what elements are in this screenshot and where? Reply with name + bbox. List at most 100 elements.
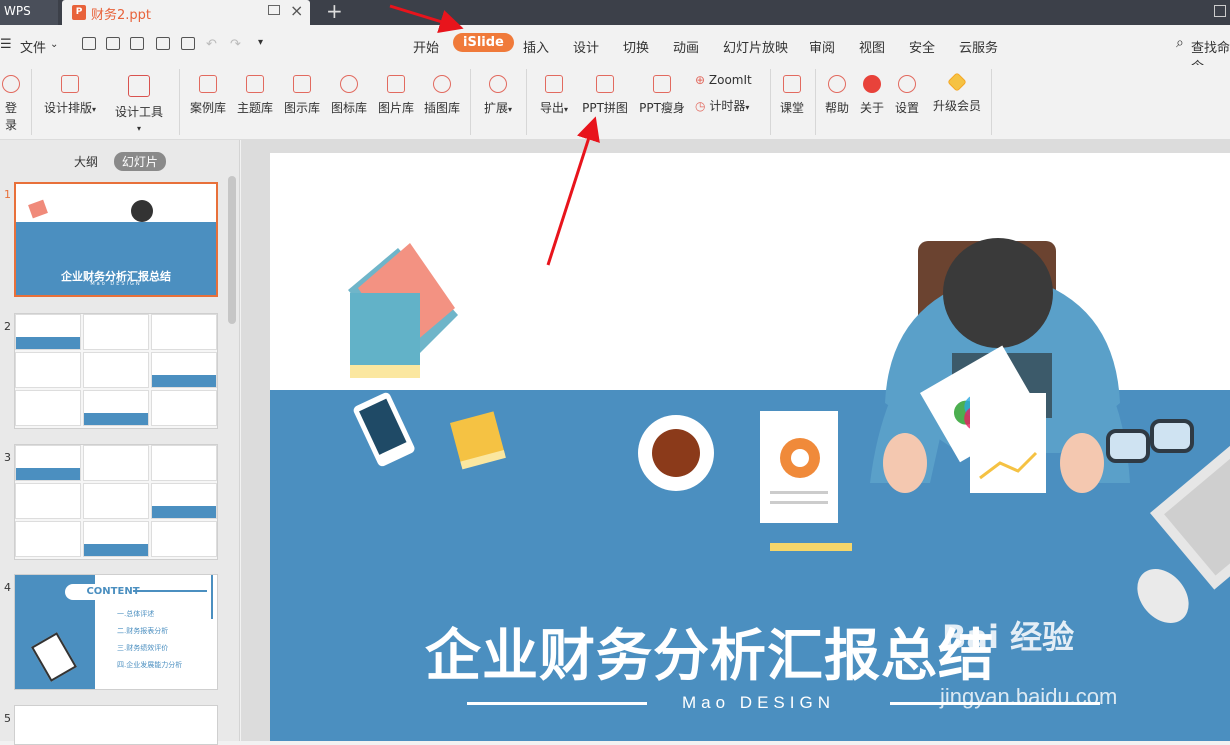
settings-label: 设置 bbox=[894, 101, 919, 115]
about-button[interactable]: 关于 bbox=[857, 75, 887, 116]
menu-islide[interactable]: iSlide bbox=[453, 33, 514, 52]
design-tools-button[interactable]: 设计工具 ▾ bbox=[110, 75, 168, 134]
hamburger-icon[interactable]: ☰ bbox=[0, 37, 12, 52]
ribbon-toolbar: 登录 设计排版▾ 设计工具 ▾ 案例库 主题库 图示库 图标库 图片库 插图库 扩… bbox=[0, 65, 1230, 140]
star-icon bbox=[489, 75, 507, 93]
slide-number: 4 bbox=[4, 581, 11, 594]
slide-thumbnail-2[interactable] bbox=[14, 313, 218, 429]
monitor-icon[interactable] bbox=[268, 5, 280, 15]
new-tab-button[interactable]: + bbox=[326, 0, 343, 22]
print-preview-icon[interactable] bbox=[181, 37, 195, 50]
case-library-button[interactable]: 案例库 bbox=[188, 75, 228, 116]
theme-library-button[interactable]: 主题库 bbox=[235, 75, 275, 116]
menu-insert[interactable]: 插入 bbox=[523, 37, 549, 56]
thumb4-item: 二.财务报表分析 bbox=[117, 627, 169, 635]
window-restore-icon[interactable] bbox=[1214, 5, 1226, 17]
design-layout-label: 设计排版 bbox=[43, 101, 92, 115]
menu-design[interactable]: 设计 bbox=[573, 37, 599, 56]
mini-slide bbox=[151, 445, 217, 481]
theme-library-icon bbox=[246, 75, 264, 93]
login-button[interactable]: 登录 bbox=[0, 75, 22, 133]
menu-slideshow[interactable]: 幻灯片放映 bbox=[723, 37, 788, 56]
thumb4-vline bbox=[211, 575, 213, 619]
classroom-label: 课堂 bbox=[779, 101, 804, 115]
slide-subtitle[interactable]: Mao DESIGN bbox=[682, 693, 835, 713]
person-head bbox=[943, 238, 1053, 348]
chevron-down-icon[interactable]: ⌄ bbox=[50, 39, 58, 50]
diagram-library-button[interactable]: 图示库 bbox=[282, 75, 322, 116]
case-library-icon bbox=[199, 75, 217, 93]
thumb-subtitle: Mao DESIGN bbox=[90, 281, 142, 287]
ppt-slim-label: PPT瘦身 bbox=[639, 101, 685, 115]
mini-slide bbox=[15, 483, 81, 519]
upgrade-label: 升级会员 bbox=[932, 99, 981, 113]
timer-button[interactable]: ◷ 计时器▾ bbox=[695, 97, 765, 114]
image-library-button[interactable]: 图片库 bbox=[376, 75, 416, 116]
title-line-left bbox=[467, 702, 647, 705]
layout-icon bbox=[61, 75, 79, 93]
document-tab-label: 财务2.ppt bbox=[91, 8, 152, 23]
ppt-slim-button[interactable]: PPT瘦身 bbox=[637, 75, 687, 116]
zoomit-button[interactable]: ⊕ ZoomIt bbox=[695, 73, 759, 87]
illustration-library-button[interactable]: 插图库 bbox=[422, 75, 462, 116]
theme-library-label: 主题库 bbox=[236, 101, 273, 115]
design-layout-button[interactable]: 设计排版▾ bbox=[40, 75, 100, 116]
panel-scrollbar[interactable] bbox=[228, 176, 236, 324]
slide-number: 5 bbox=[4, 712, 11, 725]
slide-thumbnail-4[interactable]: CONTENT 一.总体评述 二.财务报表分析 三.财务绩效评价 四.企业发展能… bbox=[14, 574, 218, 690]
mini-slide bbox=[83, 483, 149, 519]
icon-library-button[interactable]: 图标库 bbox=[329, 75, 369, 116]
ppt-collage-button[interactable]: PPT拼图 bbox=[580, 75, 630, 116]
menu-file[interactable]: 文件 bbox=[20, 37, 46, 56]
menu-transition[interactable]: 切换 bbox=[623, 37, 649, 56]
menu-start[interactable]: 开始 bbox=[413, 37, 439, 56]
slide-number: 2 bbox=[4, 320, 11, 333]
menu-security[interactable]: 安全 bbox=[909, 37, 935, 56]
thumb4-item: 一.总体评述 bbox=[117, 610, 155, 618]
menu-view[interactable]: 视图 bbox=[859, 37, 885, 56]
divider bbox=[770, 69, 771, 135]
about-label: 关于 bbox=[859, 101, 884, 115]
user-icon bbox=[2, 75, 20, 93]
tab-slides[interactable]: 幻灯片 bbox=[113, 152, 166, 171]
redo-icon[interactable]: ↷ bbox=[230, 37, 241, 52]
menu-cloud[interactable]: 云服务 bbox=[959, 37, 998, 56]
slide-thumbnail-1[interactable]: 企业财务分析汇报总结 Mao DESIGN bbox=[14, 182, 218, 297]
print-icon[interactable] bbox=[156, 37, 170, 50]
undo-icon[interactable]: ↶ bbox=[206, 37, 217, 52]
mini-slide bbox=[15, 352, 81, 388]
close-tab-icon[interactable]: × bbox=[290, 1, 303, 20]
mini-band bbox=[152, 375, 216, 387]
settings-button[interactable]: 设置 bbox=[892, 75, 922, 116]
extend-button[interactable]: 扩展▾ bbox=[478, 75, 518, 116]
document-tab[interactable]: P 财务2.ppt × bbox=[62, 0, 310, 25]
slide-thumbnail-5[interactable] bbox=[14, 705, 218, 745]
sticky-note-illustration bbox=[450, 411, 506, 470]
book-illustration bbox=[348, 243, 458, 378]
mini-band bbox=[84, 413, 148, 425]
search-icon[interactable]: ⌕ bbox=[1176, 35, 1184, 51]
divider bbox=[991, 69, 992, 135]
case-library-label: 案例库 bbox=[189, 101, 226, 115]
open-folder-icon[interactable] bbox=[82, 37, 96, 50]
mini-slide bbox=[151, 390, 217, 426]
help-button[interactable]: 帮助 bbox=[822, 75, 852, 116]
menu-animation[interactable]: 动画 bbox=[673, 37, 699, 56]
menu-review[interactable]: 审阅 bbox=[809, 37, 835, 56]
ppt-file-icon: P bbox=[72, 5, 86, 20]
customize-icon[interactable]: ▾ bbox=[258, 37, 263, 48]
slide-editor[interactable]: 企业财务分析汇报总结 Mao DESIGN bbox=[270, 153, 1230, 741]
tab-outline[interactable]: 大纲 bbox=[66, 152, 106, 171]
mini-slide bbox=[15, 521, 81, 557]
mini-slide bbox=[151, 314, 217, 350]
thumb4-content-label: CONTENT bbox=[65, 584, 161, 600]
divider bbox=[815, 69, 816, 135]
export-button[interactable]: 导出▾ bbox=[534, 75, 574, 116]
classroom-button[interactable]: 课堂 bbox=[777, 75, 807, 116]
upgrade-member-button[interactable]: 升级会员 bbox=[930, 72, 984, 114]
save-icon[interactable] bbox=[106, 37, 120, 50]
tools-icon bbox=[128, 75, 150, 97]
slide-thumbnail-3[interactable] bbox=[14, 444, 218, 560]
pdf-export-icon[interactable] bbox=[130, 37, 144, 50]
wps-app-tab[interactable]: WPS bbox=[0, 0, 58, 25]
